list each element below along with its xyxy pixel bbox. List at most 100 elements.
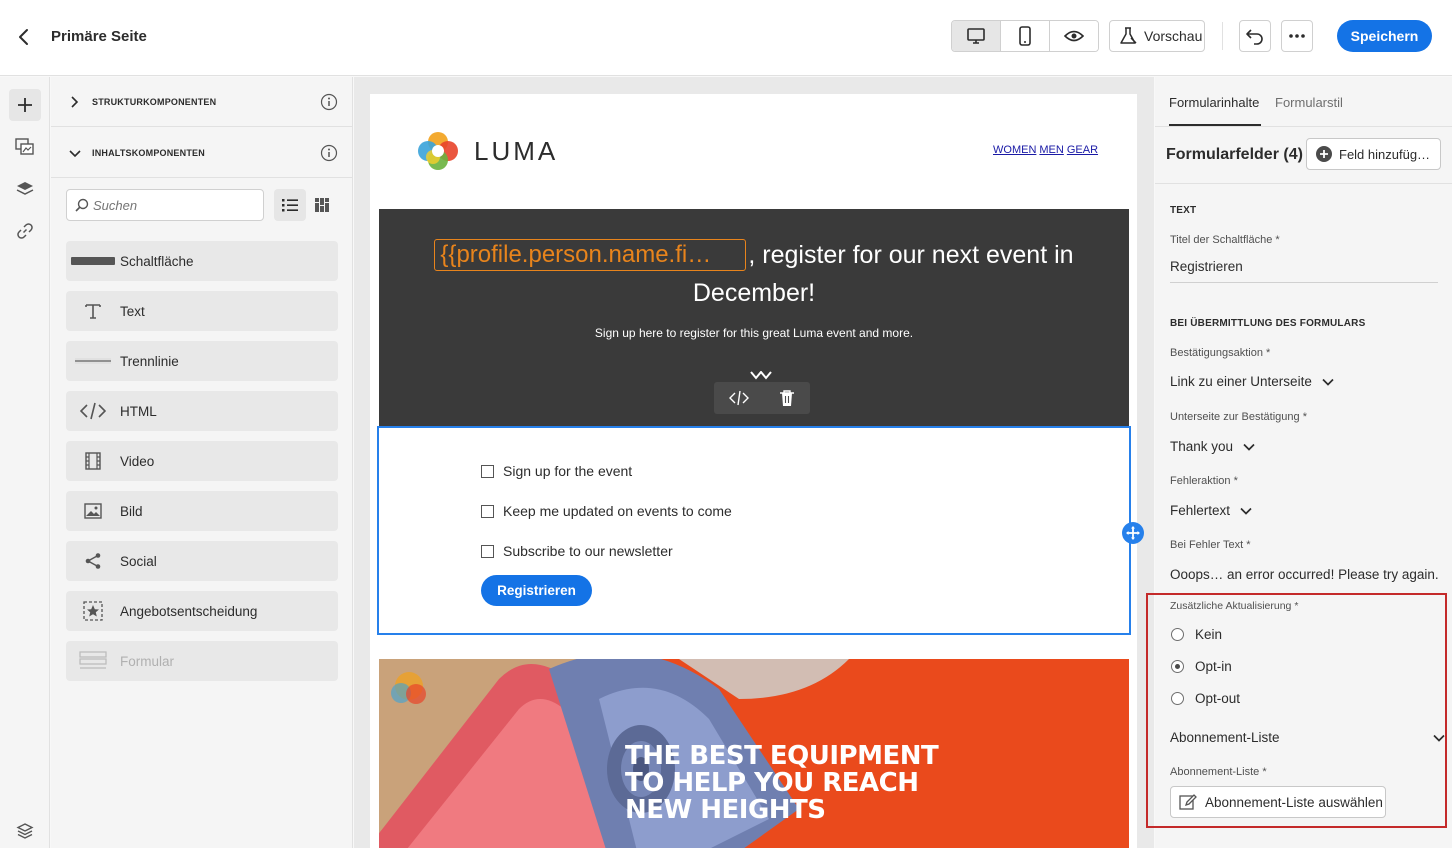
luma-logo: LUMA [416, 129, 558, 173]
page-title: Primäre Seite [51, 28, 147, 45]
code-icon[interactable] [729, 390, 749, 406]
luma-logo-icon [418, 132, 458, 170]
component-label: Video [120, 453, 155, 469]
checkbox-row[interactable]: Subscribe to our newsletter [481, 543, 673, 559]
component-social[interactable]: Social [66, 541, 338, 581]
eye-view-button[interactable] [1050, 21, 1098, 51]
checkbox[interactable] [481, 544, 494, 558]
email-nav: WOMEN MEN GEAR [993, 144, 1101, 156]
nav-link-men[interactable]: MEN [1039, 144, 1063, 156]
trash-icon[interactable] [779, 389, 795, 407]
properties-panel: Formularinhalte Formularstil Formularfel… [1146, 77, 1452, 848]
layers-icon [16, 182, 34, 195]
save-button[interactable]: Speichern [1337, 20, 1432, 52]
confirm-page-dropdown[interactable]: Thank you [1170, 439, 1255, 454]
personalization-token[interactable]: {{profile.person.name.fi… [434, 239, 747, 271]
component-form: Formular [66, 641, 338, 681]
confirm-page-value: Thank you [1170, 439, 1234, 454]
button-title-field[interactable]: Registrieren [1170, 259, 1243, 274]
error-text-field[interactable]: Ooops… an error occurred! Please try aga… [1170, 567, 1439, 582]
confirm-page-label: Unterseite zur Bestätigung * [1170, 411, 1307, 423]
error-action-dropdown[interactable]: Fehlertext [1170, 503, 1252, 518]
component-label: Trennlinie [120, 353, 179, 369]
links-tab[interactable] [9, 215, 41, 247]
info-icon[interactable] [320, 93, 338, 111]
checkbox-row[interactable]: Sign up for the event [481, 463, 632, 479]
radio-option-opt-in[interactable]: Opt-in [1171, 659, 1232, 674]
layers-tab[interactable] [9, 173, 41, 205]
component-text[interactable]: Text [66, 291, 338, 331]
checkbox-label: Sign up for the event [503, 463, 633, 479]
hero-heading-rest: , register for our next event in [748, 240, 1074, 269]
mobile-icon [1019, 26, 1031, 46]
confirm-action-dropdown[interactable]: Link zu einer Unterseite [1170, 374, 1334, 389]
subscription-list-heading: Abonnement-Liste [1170, 730, 1280, 745]
checkbox-row[interactable]: Keep me updated on events to come [481, 503, 732, 519]
preview-label: Vorschau [1144, 28, 1203, 44]
info-icon[interactable] [320, 144, 338, 162]
undo-button[interactable] [1239, 20, 1271, 52]
component-button[interactable]: Schaltfläche [66, 241, 338, 281]
radio-option-none[interactable]: Kein [1171, 627, 1222, 642]
tab-form-content[interactable]: Formularinhalte [1169, 95, 1259, 110]
mobile-view-button[interactable] [1001, 21, 1050, 51]
chevron-down-icon [1240, 507, 1252, 515]
edit-icon [1179, 794, 1197, 810]
hero-block[interactable]: {{profile.person.name.fi… , register for… [379, 209, 1129, 426]
form-block[interactable]: Sign up for the event Keep me updated on… [377, 426, 1144, 635]
component-html[interactable]: HTML [66, 391, 338, 431]
grid-view-button[interactable] [306, 189, 338, 221]
checkbox[interactable] [481, 464, 494, 478]
error-text-label: Bei Fehler Text * [1170, 539, 1251, 551]
share-icon [85, 553, 101, 569]
nav-link-gear[interactable]: GEAR [1067, 144, 1098, 156]
promo-image[interactable]: THE BEST EQUIPMENT TO HELP YOU REACH NEW… [379, 659, 1129, 848]
radio-button[interactable] [1171, 628, 1184, 641]
components-panel: STRUKTURKOMPONENTEN INHALTSKOMPONENTEN S… [51, 77, 353, 848]
subscription-list-section[interactable]: Abonnement-Liste [1170, 730, 1445, 745]
more-options-button[interactable] [1281, 20, 1313, 52]
confirm-action-value: Link zu einer Unterseite [1170, 374, 1312, 389]
button-title-label: Titel der Schaltfläche * [1170, 234, 1280, 246]
chevron-right-icon [71, 96, 79, 108]
top-bar: Primäre Seite Vorschau Speichern [0, 0, 1452, 76]
assets-tab[interactable] [9, 131, 41, 163]
add-block-handle[interactable] [1122, 522, 1144, 544]
content-section-header[interactable]: INHALTSKOMPONENTEN [51, 128, 353, 178]
component-divider[interactable]: Trennlinie [66, 341, 338, 381]
back-arrow-icon[interactable] [14, 26, 34, 48]
preview-button[interactable]: Vorschau [1109, 20, 1205, 52]
desktop-view-button[interactable] [952, 21, 1001, 51]
tab-form-style[interactable]: Formularstil [1275, 95, 1343, 110]
add-field-label: Feld hinzufüg… [1339, 146, 1431, 162]
component-label: Bild [120, 503, 143, 519]
component-search[interactable] [66, 189, 264, 221]
grid-view-icon [315, 198, 329, 212]
component-label: Formular [120, 653, 175, 669]
undo-icon [1246, 29, 1263, 45]
radio-option-opt-out[interactable]: Opt-out [1171, 691, 1240, 706]
register-button[interactable]: Registrieren [481, 575, 592, 606]
checkbox-label: Keep me updated on events to come [503, 503, 732, 519]
structure-section-header[interactable]: STRUKTURKOMPONENTEN [51, 77, 353, 127]
list-view-button[interactable] [274, 189, 306, 221]
radio-button-selected[interactable] [1171, 660, 1184, 673]
radio-button[interactable] [1171, 692, 1184, 705]
checkbox[interactable] [481, 504, 494, 518]
nav-link-women[interactable]: WOMEN [993, 144, 1036, 156]
form-icon [79, 651, 107, 669]
divider-icon [75, 358, 111, 364]
search-input[interactable] [93, 197, 253, 213]
code-icon [80, 402, 106, 420]
promo-line: NEW HEIGHTS [625, 795, 826, 825]
block-toolbar [714, 382, 810, 414]
checkbox-label: Subscribe to our newsletter [503, 543, 673, 559]
component-video[interactable]: Video [66, 441, 338, 481]
add-components-tab[interactable] [9, 89, 41, 121]
select-subscription-list-button[interactable]: Abonnement-Liste auswählen [1170, 786, 1386, 818]
component-image[interactable]: Bild [66, 491, 338, 531]
add-field-button[interactable]: Feld hinzufüg… [1306, 138, 1441, 170]
device-toggle-group [951, 20, 1099, 52]
component-offer-decision[interactable]: Angebotsentscheidung [66, 591, 338, 631]
layers-settings-tab[interactable] [9, 815, 41, 847]
